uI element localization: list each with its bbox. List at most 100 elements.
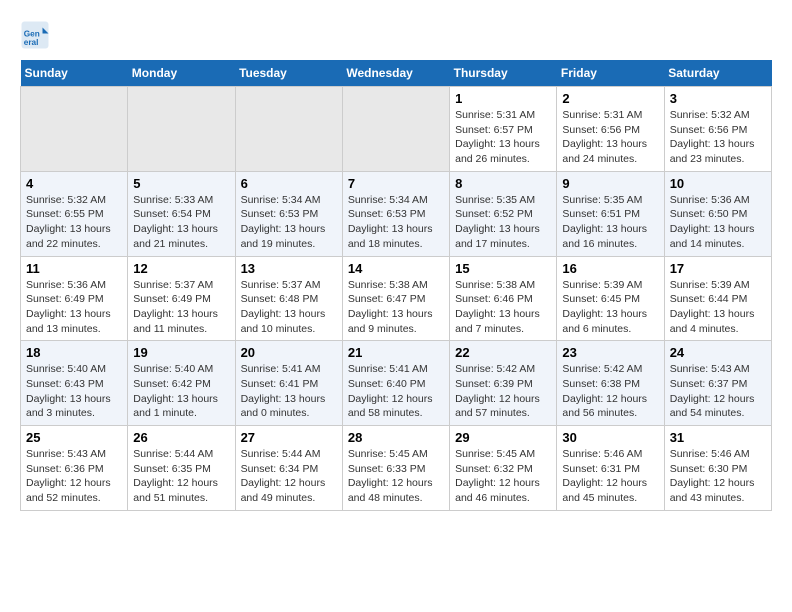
day-number: 19 (133, 345, 229, 360)
day-detail: Sunrise: 5:46 AM Sunset: 6:31 PM Dayligh… (562, 447, 658, 506)
day-detail: Sunrise: 5:34 AM Sunset: 6:53 PM Dayligh… (241, 193, 337, 252)
weekday-header: Friday (557, 60, 664, 87)
day-number: 29 (455, 430, 551, 445)
day-number: 26 (133, 430, 229, 445)
calendar-cell: 6 Sunrise: 5:34 AM Sunset: 6:53 PM Daylig… (235, 171, 342, 256)
calendar-cell: 8Sunrise: 5:35 AM Sunset: 6:52 PM Daylig… (450, 171, 557, 256)
day-detail: Sunrise: 5:36 AM Sunset: 6:50 PM Dayligh… (670, 193, 766, 252)
day-number: 22 (455, 345, 551, 360)
day-number: 15 (455, 261, 551, 276)
day-detail: Sunrise: 5:35 AM Sunset: 6:51 PM Dayligh… (562, 193, 658, 252)
day-detail: Sunrise: 5:40 AM Sunset: 6:43 PM Dayligh… (26, 362, 122, 421)
day-number: 4 (26, 176, 122, 191)
day-detail: Sunrise: 5:38 AM Sunset: 6:46 PM Dayligh… (455, 278, 551, 337)
calendar-cell: 19 Sunrise: 5:40 AM Sunset: 6:42 PM Dayli… (128, 341, 235, 426)
day-number: 23 (562, 345, 658, 360)
day-number: 24 (670, 345, 766, 360)
day-number: 13 (241, 261, 337, 276)
calendar-week-row: 25 Sunrise: 5:43 AM Sunset: 6:36 PM Dayli… (21, 426, 772, 511)
calendar-cell: 1Sunrise: 5:31 AM Sunset: 6:57 PM Daylig… (450, 87, 557, 172)
calendar-cell: 26 Sunrise: 5:44 AM Sunset: 6:35 PM Dayli… (128, 426, 235, 511)
day-number: 11 (26, 261, 122, 276)
day-number: 17 (670, 261, 766, 276)
day-number: 16 (562, 261, 658, 276)
weekday-header: Tuesday (235, 60, 342, 87)
weekday-header: Monday (128, 60, 235, 87)
calendar-table: SundayMondayTuesdayWednesdayThursdayFrid… (20, 60, 772, 511)
day-detail: Sunrise: 5:32 AM Sunset: 6:55 PM Dayligh… (26, 193, 122, 252)
calendar-cell: 31Sunrise: 5:46 AM Sunset: 6:30 PM Dayli… (664, 426, 771, 511)
day-detail: Sunrise: 5:43 AM Sunset: 6:37 PM Dayligh… (670, 362, 766, 421)
calendar-cell: 21 Sunrise: 5:41 AM Sunset: 6:40 PM Dayli… (342, 341, 449, 426)
calendar-cell: 10Sunrise: 5:36 AM Sunset: 6:50 PM Dayli… (664, 171, 771, 256)
day-detail: Sunrise: 5:39 AM Sunset: 6:45 PM Dayligh… (562, 278, 658, 337)
day-detail: Sunrise: 5:32 AM Sunset: 6:56 PM Dayligh… (670, 108, 766, 167)
calendar-cell (21, 87, 128, 172)
day-number: 12 (133, 261, 229, 276)
calendar-cell: 30 Sunrise: 5:46 AM Sunset: 6:31 PM Dayli… (557, 426, 664, 511)
day-number: 27 (241, 430, 337, 445)
day-detail: Sunrise: 5:44 AM Sunset: 6:35 PM Dayligh… (133, 447, 229, 506)
calendar-cell: 29 Sunrise: 5:45 AM Sunset: 6:32 PM Dayli… (450, 426, 557, 511)
weekday-header: Thursday (450, 60, 557, 87)
day-detail: Sunrise: 5:43 AM Sunset: 6:36 PM Dayligh… (26, 447, 122, 506)
day-number: 6 (241, 176, 337, 191)
calendar-cell: 22Sunrise: 5:42 AM Sunset: 6:39 PM Dayli… (450, 341, 557, 426)
day-detail: Sunrise: 5:33 AM Sunset: 6:54 PM Dayligh… (133, 193, 229, 252)
day-number: 5 (133, 176, 229, 191)
calendar-cell: 12 Sunrise: 5:37 AM Sunset: 6:49 PM Dayli… (128, 256, 235, 341)
day-detail: Sunrise: 5:42 AM Sunset: 6:38 PM Dayligh… (562, 362, 658, 421)
logo-icon: Gen eral (20, 20, 50, 50)
svg-text:eral: eral (24, 38, 39, 47)
calendar-cell: 24 Sunrise: 5:43 AM Sunset: 6:37 PM Dayli… (664, 341, 771, 426)
weekday-header: Wednesday (342, 60, 449, 87)
day-detail: Sunrise: 5:45 AM Sunset: 6:32 PM Dayligh… (455, 447, 551, 506)
calendar-cell: 4 Sunrise: 5:32 AM Sunset: 6:55 PM Daylig… (21, 171, 128, 256)
calendar-header: SundayMondayTuesdayWednesdayThursdayFrid… (21, 60, 772, 87)
calendar-week-row: 11 Sunrise: 5:36 AM Sunset: 6:49 PM Dayli… (21, 256, 772, 341)
calendar-week-row: 4 Sunrise: 5:32 AM Sunset: 6:55 PM Daylig… (21, 171, 772, 256)
calendar-cell: 5 Sunrise: 5:33 AM Sunset: 6:54 PM Daylig… (128, 171, 235, 256)
calendar-cell: 20 Sunrise: 5:41 AM Sunset: 6:41 PM Dayli… (235, 341, 342, 426)
day-number: 2 (562, 91, 658, 106)
calendar-body: 1Sunrise: 5:31 AM Sunset: 6:57 PM Daylig… (21, 87, 772, 511)
calendar-cell: 18Sunrise: 5:40 AM Sunset: 6:43 PM Dayli… (21, 341, 128, 426)
calendar-cell: 14Sunrise: 5:38 AM Sunset: 6:47 PM Dayli… (342, 256, 449, 341)
day-number: 8 (455, 176, 551, 191)
calendar-cell: 23 Sunrise: 5:42 AM Sunset: 6:38 PM Dayli… (557, 341, 664, 426)
day-number: 7 (348, 176, 444, 191)
calendar-cell (342, 87, 449, 172)
calendar-cell: 28Sunrise: 5:45 AM Sunset: 6:33 PM Dayli… (342, 426, 449, 511)
calendar-cell: 25 Sunrise: 5:43 AM Sunset: 6:36 PM Dayli… (21, 426, 128, 511)
page-header: Gen eral (20, 20, 772, 50)
calendar-cell: 2 Sunrise: 5:31 AM Sunset: 6:56 PM Daylig… (557, 87, 664, 172)
day-detail: Sunrise: 5:41 AM Sunset: 6:40 PM Dayligh… (348, 362, 444, 421)
day-number: 3 (670, 91, 766, 106)
day-number: 31 (670, 430, 766, 445)
day-detail: Sunrise: 5:36 AM Sunset: 6:49 PM Dayligh… (26, 278, 122, 337)
day-number: 20 (241, 345, 337, 360)
day-number: 1 (455, 91, 551, 106)
weekday-row: SundayMondayTuesdayWednesdayThursdayFrid… (21, 60, 772, 87)
day-number: 14 (348, 261, 444, 276)
calendar-cell: 9Sunrise: 5:35 AM Sunset: 6:51 PM Daylig… (557, 171, 664, 256)
calendar-cell: 15 Sunrise: 5:38 AM Sunset: 6:46 PM Dayli… (450, 256, 557, 341)
day-number: 28 (348, 430, 444, 445)
day-detail: Sunrise: 5:41 AM Sunset: 6:41 PM Dayligh… (241, 362, 337, 421)
day-detail: Sunrise: 5:31 AM Sunset: 6:56 PM Dayligh… (562, 108, 658, 167)
day-detail: Sunrise: 5:34 AM Sunset: 6:53 PM Dayligh… (348, 193, 444, 252)
calendar-cell (235, 87, 342, 172)
day-number: 30 (562, 430, 658, 445)
day-detail: Sunrise: 5:44 AM Sunset: 6:34 PM Dayligh… (241, 447, 337, 506)
day-number: 25 (26, 430, 122, 445)
calendar-cell: 16 Sunrise: 5:39 AM Sunset: 6:45 PM Dayli… (557, 256, 664, 341)
day-detail: Sunrise: 5:37 AM Sunset: 6:49 PM Dayligh… (133, 278, 229, 337)
day-detail: Sunrise: 5:37 AM Sunset: 6:48 PM Dayligh… (241, 278, 337, 337)
weekday-header: Saturday (664, 60, 771, 87)
weekday-header: Sunday (21, 60, 128, 87)
logo: Gen eral (20, 20, 54, 50)
day-detail: Sunrise: 5:39 AM Sunset: 6:44 PM Dayligh… (670, 278, 766, 337)
day-number: 21 (348, 345, 444, 360)
calendar-cell: 7 Sunrise: 5:34 AM Sunset: 6:53 PM Daylig… (342, 171, 449, 256)
day-detail: Sunrise: 5:40 AM Sunset: 6:42 PM Dayligh… (133, 362, 229, 421)
